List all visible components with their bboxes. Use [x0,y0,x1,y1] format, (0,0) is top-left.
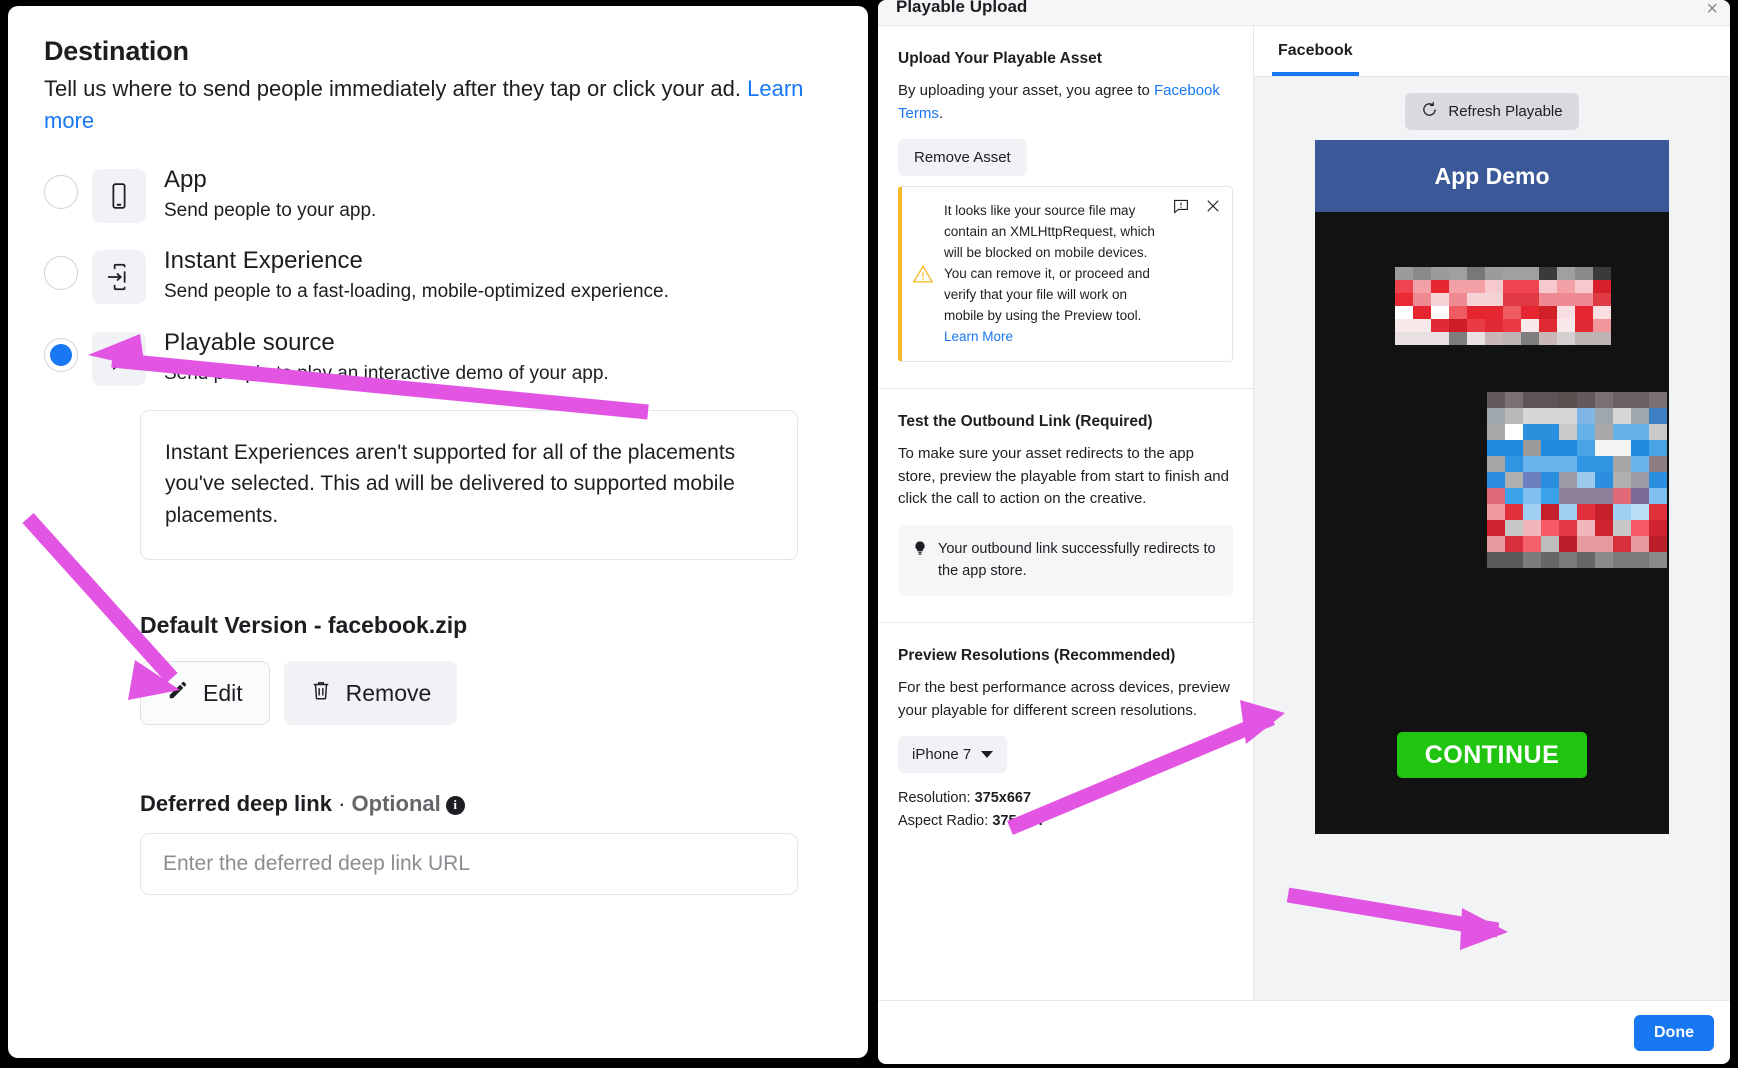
pixelated-block-middle [1487,392,1667,568]
option-title-app: App [164,165,207,193]
outbound-link-heading: Test the Outbound Link (Required) [898,413,1153,431]
xhr-warning-actions [1172,197,1222,215]
dismiss-warning-icon[interactable] [1204,197,1222,215]
radio-instant-experience[interactable] [44,256,78,291]
placements-notice-text: Instant Experiences aren't supported for… [165,440,736,527]
device-resolution-select[interactable]: iPhone 7 [898,736,1008,774]
instant-experience-icon [92,250,146,305]
radio-playable-source[interactable] [44,337,78,372]
playable-canvas[interactable]: CONTINUE [1315,212,1669,834]
dialog-title: Playable Upload [896,0,1028,16]
refresh-playable-button[interactable]: Refresh Playable [1405,93,1579,130]
screenshot-root: Destination Tell us where to send people… [0,0,1738,1068]
option-desc-instant-experience: Send people to a fast-loading, mobile-op… [164,281,669,303]
preview-resolutions-section: Preview Resolutions (Recommended) For th… [878,623,1253,858]
refresh-playable-label: Refresh Playable [1448,103,1563,120]
placements-notice: Instant Experiences aren't supported for… [140,409,798,561]
lightbulb-icon [912,539,928,562]
remove-button-label: Remove [345,679,432,706]
destination-panel: Destination Tell us where to send people… [8,6,868,1058]
trash-icon [310,677,332,709]
edit-button-label: Edit [203,679,243,706]
deferred-deep-link-optional: Optional [351,791,441,817]
preview-resolutions-heading: Preview Resolutions (Recommended) [898,647,1176,665]
edit-button[interactable]: Edit [140,661,270,726]
preview-tabs: Facebook [1254,26,1730,77]
upload-asset-heading: Upload Your Playable Asset [898,50,1102,67]
dialog-body: Upload Your Playable Asset By uploading … [878,26,1730,1000]
chevron-down-icon [981,751,994,759]
outbound-link-success-tip: Your outbound link successfully redirect… [898,524,1233,597]
info-icon[interactable]: i [445,795,465,815]
xhr-warning-card: It looks like your source file may conta… [898,186,1233,363]
playable-preview-phone[interactable]: App Demo CONTINUE [1315,140,1669,834]
destination-option-instant-experience[interactable]: Instant Experience Send people to a fast… [44,246,832,306]
pixelated-block-top [1395,267,1611,345]
play-triangle-icon [92,331,146,386]
version-actions: Edit Remove [140,661,832,726]
aspect-ratio-label: Aspect Radio: [898,812,993,829]
xhr-warning-text: It looks like your source file may conta… [944,201,1222,347]
tab-facebook[interactable]: Facebook [1272,26,1359,76]
preview-bottom-spacer [1254,940,1730,1000]
resolution-line: Resolution: 375x667 [898,787,1233,809]
refresh-icon [1421,101,1438,122]
dialog-titlebar: Playable Upload × [878,0,1730,26]
upload-asset-terms-period: . [938,104,944,122]
destination-subtitle-text: Tell us where to send people immediately… [44,76,748,101]
option-desc-playable-source: Send people to play an interactive demo … [164,362,609,384]
feedback-icon[interactable] [1172,197,1190,215]
option-desc-app: Send people to your app. [164,199,377,221]
destination-subtitle: Tell us where to send people immediately… [44,73,832,137]
dialog-footer: Done [878,1000,1730,1064]
destination-option-app[interactable]: App Send people to your app. [44,165,832,225]
resolution-label: Resolution: [898,790,975,807]
outbound-link-section: Test the Outbound Link (Required) To mak… [878,389,1253,624]
outbound-link-body: To make sure your asset redirects to the… [898,445,1229,508]
phone-icon [92,168,146,223]
preview-resolutions-body: For the best performance across devices,… [898,679,1230,719]
aspect-ratio-line: Aspect Radio: 375:667 [898,810,1233,832]
resolution-value: 375x667 [974,790,1032,807]
option-title-playable-source: Playable source [164,328,335,356]
deferred-deep-link-separator: · [331,791,352,817]
close-icon[interactable]: × [1706,0,1718,19]
xhr-warning-learn-more-link[interactable]: Learn More [944,329,1013,344]
deferred-deep-link-label: Deferred deep link · Optional i [140,791,832,817]
option-title-instant-experience: Instant Experience [164,247,363,275]
upload-asset-terms-text: By uploading your asset, you agree to [898,82,1154,99]
remove-button[interactable]: Remove [283,661,458,726]
page-title: Destination [44,36,189,66]
outbound-link-success-text: Your outbound link successfully redirect… [938,540,1216,579]
preview-area: Refresh Playable App Demo CONTINUE [1254,77,1730,940]
dialog-settings-column: Upload Your Playable Asset By uploading … [878,26,1254,1000]
continue-button[interactable]: CONTINUE [1397,732,1587,778]
remove-asset-button[interactable]: Remove Asset [898,139,1027,176]
deferred-deep-link-label-text: Deferred deep link [140,791,332,817]
pencil-icon [167,679,189,707]
deferred-deep-link-input[interactable] [140,833,798,896]
playable-upload-dialog: Playable Upload × Upload Your Playable A… [878,0,1730,1064]
phone-app-title: App Demo [1315,140,1669,212]
warning-triangle-icon [910,201,936,347]
dialog-preview-column: Facebook Refresh Playable App Demo CONTI… [1254,26,1730,1000]
destination-option-playable-source[interactable]: Playable source Send people to play an i… [44,328,832,388]
aspect-ratio-value: 375:667 [992,812,1046,829]
device-resolution-value: iPhone 7 [912,746,972,764]
done-button[interactable]: Done [1634,1014,1714,1051]
upload-asset-terms: By uploading your asset, you agree to Fa… [898,80,1233,125]
upload-asset-section: Upload Your Playable Asset By uploading … [878,26,1253,390]
xhr-warning-body: It looks like your source file may conta… [944,203,1155,323]
radio-app[interactable] [44,174,78,209]
default-version-label: Default Version - facebook.zip [140,612,468,639]
